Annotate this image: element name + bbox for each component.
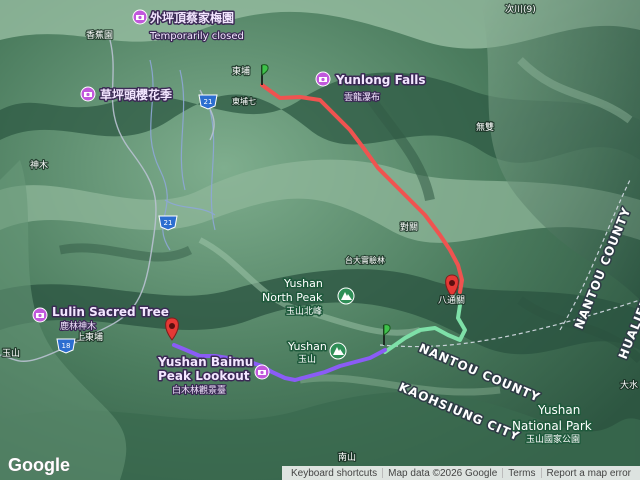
road-label-cichuan: 次川(9) xyxy=(505,3,536,15)
camera-poi-icon[interactable] xyxy=(254,364,270,380)
place-label-yushan-left: 玉山 xyxy=(2,348,20,359)
place-label-duiguan: 對關 xyxy=(400,221,418,233)
place-label-shenmu: 神木 xyxy=(30,159,48,171)
terms-link[interactable]: Terms xyxy=(503,468,540,479)
place-label-dashui: 大水 xyxy=(620,379,638,391)
map-footer: Keyboard shortcuts Map data ©2026 Google… xyxy=(281,466,640,480)
map-data-attribution: Map data ©2026 Google xyxy=(388,467,498,479)
camera-poi-icon[interactable] xyxy=(132,9,148,25)
map-canvas[interactable]: 21 21 18 外坪頂蔡家梅園 Temporarily closed 香蕉園 … xyxy=(0,0,640,480)
closed-status-label: Temporarily closed xyxy=(149,31,244,42)
peak-label-yushan-north-zh: 玉山北峰 xyxy=(286,306,322,317)
mountain-peak-icon[interactable] xyxy=(329,342,347,360)
camera-poi-icon[interactable] xyxy=(32,307,48,323)
lookout-label-zh: 白木林觀景臺 xyxy=(172,384,226,396)
mountain-peak-icon[interactable] xyxy=(337,287,355,305)
peak-label-yushan[interactable]: Yushan xyxy=(286,339,329,355)
lookout-label[interactable]: Yushan Baimu xyxy=(156,354,255,371)
report-error-link[interactable]: Report a map error xyxy=(542,468,636,479)
peak-label-yushan-zh: 玉山 xyxy=(298,354,316,365)
park-label-yushan-zh: 玉山國家公園 xyxy=(526,433,580,445)
camera-poi-icon[interactable] xyxy=(80,86,96,102)
lookout-label-2: Peak Lookout xyxy=(158,369,250,383)
place-label-wushuang: 無雙 xyxy=(476,121,494,133)
peak-label-yushan-north[interactable]: Yushan xyxy=(282,276,325,292)
road-shield-18-label: 18 xyxy=(62,342,71,350)
park-label-yushan[interactable]: Yushan xyxy=(536,402,582,419)
place-label-xiangping: 香蕉園 xyxy=(86,29,113,41)
place-label-nanshan: 南山 xyxy=(338,451,356,463)
closed-place-label[interactable]: 外坪頂蔡家梅園 xyxy=(149,9,236,27)
place-label-bamen: 八通關 xyxy=(438,295,465,306)
yunlong-falls-label-zh: 雲龍瀑布 xyxy=(344,91,380,103)
lulin-tree-label-zh: 鹿林神木 xyxy=(60,320,96,332)
keyboard-shortcuts-link[interactable]: Keyboard shortcuts xyxy=(286,468,382,479)
blossom-poi-label[interactable]: 草坪頭櫻花季 xyxy=(99,86,175,104)
camera-poi-icon[interactable] xyxy=(315,71,331,87)
park-label-yushan-2: National Park xyxy=(512,419,592,433)
road-shield-21-label: 21 xyxy=(164,219,173,227)
yunlong-falls-label[interactable]: Yunlong Falls xyxy=(334,72,428,89)
place-label-dongpu-small: 東埔七 xyxy=(232,96,256,106)
place-label-shangdongpu: 上東埔 xyxy=(76,331,103,343)
google-logo: Google xyxy=(8,455,71,476)
road-shield-21-label: 21 xyxy=(204,98,213,106)
peak-label-yushan-north-2: North Peak xyxy=(262,291,323,304)
place-label-experimental-forest: 台大實驗林 xyxy=(345,255,385,265)
place-label-dongpu: 東埔 xyxy=(232,65,250,77)
google-logo-text: Google xyxy=(8,455,71,476)
lulin-tree-label[interactable]: Lulin Sacred Tree xyxy=(51,304,171,321)
